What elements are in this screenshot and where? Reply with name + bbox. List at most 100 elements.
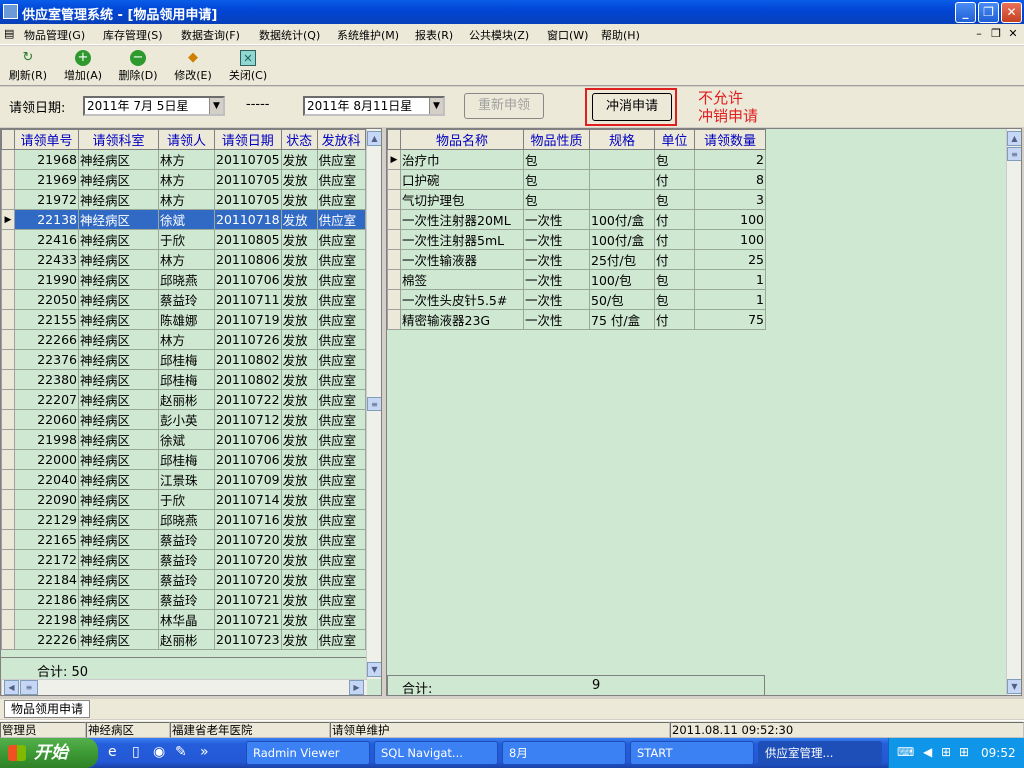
table-cell[interactable]: 25付/包: [589, 249, 655, 270]
date-from-picker[interactable]: 2011年 7月 5日星 ▼: [83, 96, 225, 116]
table-row[interactable]: 棉签 一次性 100/包包 1: [387, 269, 766, 290]
table-cell[interactable]: 2: [694, 149, 766, 170]
table-cell[interactable]: 21990: [14, 269, 79, 290]
maximize-button[interactable]: ❐: [978, 2, 999, 23]
row-indicator[interactable]: [1, 249, 15, 270]
table-cell[interactable]: 蔡益玲: [158, 589, 215, 610]
row-indicator[interactable]: [1, 609, 15, 630]
table-cell[interactable]: 发放: [281, 529, 318, 550]
table-cell[interactable]: 神经病区: [78, 189, 159, 210]
table-cell[interactable]: 神经病区: [78, 429, 159, 450]
table-cell[interactable]: 神经病区: [78, 149, 159, 170]
table-cell[interactable]: 包: [654, 289, 695, 310]
table-cell[interactable]: 一次性: [523, 289, 590, 310]
table-cell[interactable]: 发放: [281, 429, 318, 450]
scroll-down-icon[interactable]: ▼: [1007, 679, 1021, 694]
table-cell[interactable]: 20110721: [214, 589, 282, 610]
table-cell[interactable]: 彭小英: [158, 409, 215, 430]
scroll-up-icon[interactable]: ▲: [367, 131, 381, 146]
table-cell[interactable]: 22380: [14, 369, 79, 390]
table-cell[interactable]: 3: [694, 189, 766, 210]
table-cell[interactable]: 一次性头皮针5.5#: [400, 289, 524, 310]
table-cell[interactable]: 发放: [281, 549, 318, 570]
table-row[interactable]: 气切护理包包包 3: [387, 189, 766, 210]
table-cell[interactable]: [589, 189, 655, 210]
menu-item-goods[interactable]: 物品管理(G): [24, 27, 85, 43]
table-cell[interactable]: 一次性输液器: [400, 249, 524, 270]
start-button[interactable]: 开始: [0, 738, 98, 768]
scroll-down-icon[interactable]: ▼: [367, 662, 381, 677]
table-cell[interactable]: 邱桂梅: [158, 369, 215, 390]
table-cell[interactable]: 100: [694, 209, 766, 230]
table-cell[interactable]: 包: [523, 169, 590, 190]
menu-item-window[interactable]: 窗口(W): [547, 27, 588, 43]
table-cell[interactable]: 于欣: [158, 229, 215, 250]
left-col-header[interactable]: 发放科: [316, 129, 366, 150]
scroll-thumb[interactable]: ≡: [367, 397, 381, 411]
table-cell[interactable]: 发放: [281, 509, 318, 530]
table-cell[interactable]: 付: [654, 209, 695, 230]
table-cell[interactable]: 20110806: [214, 249, 282, 270]
edit-button[interactable]: ◆ 修改(E): [169, 48, 217, 84]
row-indicator[interactable]: [1, 289, 15, 310]
table-cell[interactable]: 供应室: [317, 229, 366, 250]
table-row[interactable]: ▶ 治疗巾包包 2: [387, 149, 766, 170]
table-cell[interactable]: 供应室: [317, 469, 366, 490]
table-cell[interactable]: 8: [694, 169, 766, 190]
table-cell[interactable]: 供应室: [317, 389, 366, 410]
table-cell[interactable]: 1: [694, 289, 766, 310]
table-cell[interactable]: 供应室: [317, 349, 366, 370]
row-indicator[interactable]: [387, 289, 401, 310]
table-cell[interactable]: 蔡益玲: [158, 529, 215, 550]
row-indicator[interactable]: [387, 229, 401, 250]
row-indicator[interactable]: [1, 469, 15, 490]
scroll-up-icon[interactable]: ▲: [1007, 131, 1021, 146]
table-cell[interactable]: 付: [654, 229, 695, 250]
table-cell[interactable]: 20110711: [214, 289, 282, 310]
table-cell[interactable]: 神经病区: [78, 369, 159, 390]
row-indicator[interactable]: [1, 629, 15, 650]
row-indicator[interactable]: [387, 309, 401, 330]
table-cell[interactable]: 1: [694, 269, 766, 290]
table-row[interactable]: 22040 神经病区 江景珠 20110709 发放 供应室: [1, 469, 366, 490]
table-cell[interactable]: 20110706: [214, 449, 282, 470]
row-indicator[interactable]: [1, 549, 15, 570]
table-cell[interactable]: 22433: [14, 249, 79, 270]
table-cell[interactable]: 22090: [14, 489, 79, 510]
table-cell[interactable]: 20110802: [214, 349, 282, 370]
table-cell[interactable]: 20110722: [214, 389, 282, 410]
table-cell[interactable]: 20110705: [214, 169, 282, 190]
close-window-button[interactable]: ✕: [1001, 2, 1022, 23]
table-cell[interactable]: 发放: [281, 169, 318, 190]
row-indicator[interactable]: [1, 589, 15, 610]
table-cell[interactable]: 包: [654, 149, 695, 170]
table-row[interactable]: 22186 神经病区 蔡益玲 20110721 发放 供应室: [1, 589, 366, 610]
table-cell[interactable]: 20110705: [214, 149, 282, 170]
scroll-left-icon[interactable]: ◀: [4, 680, 19, 695]
request-list-grid[interactable]: 请领单号 请领科室 请领人 请领日期 状态 发放科 21968 神经病区 林方 20110705…: [0, 128, 382, 696]
cancel-request-button[interactable]: 冲消申请: [592, 93, 672, 121]
title-bar[interactable]: 供应室管理系统 - [物品领用申请] _ ❐ ✕: [0, 0, 1024, 24]
tray-expand-icon[interactable]: ◀: [923, 745, 932, 759]
table-cell[interactable]: 林方: [158, 149, 215, 170]
table-cell[interactable]: 22060: [14, 409, 79, 430]
table-row[interactable]: 一次性注射器20ML 一次性 100付/盒付 100: [387, 209, 766, 230]
row-indicator[interactable]: [387, 249, 401, 270]
table-cell[interactable]: 气切护理包: [400, 189, 524, 210]
table-cell[interactable]: 供应室: [317, 429, 366, 450]
table-cell[interactable]: 20110718: [214, 209, 282, 230]
table-cell[interactable]: 发放: [281, 629, 318, 650]
table-cell[interactable]: 发放: [281, 469, 318, 490]
chevron-down-icon[interactable]: ▼: [209, 98, 223, 114]
table-cell[interactable]: 22207: [14, 389, 79, 410]
row-indicator[interactable]: [387, 269, 401, 290]
tool-icon[interactable]: ✎: [175, 744, 187, 760]
date-to-picker[interactable]: 2011年 8月11日星 ▼: [303, 96, 445, 116]
table-cell[interactable]: 22416: [14, 229, 79, 250]
table-cell[interactable]: 一次性: [523, 269, 590, 290]
table-cell[interactable]: [589, 169, 655, 190]
refresh-button[interactable]: ↻ 刷新(R): [4, 48, 52, 84]
table-cell[interactable]: 20110805: [214, 229, 282, 250]
scroll-thumb[interactable]: ≡: [1007, 147, 1021, 161]
table-cell[interactable]: 发放: [281, 229, 318, 250]
